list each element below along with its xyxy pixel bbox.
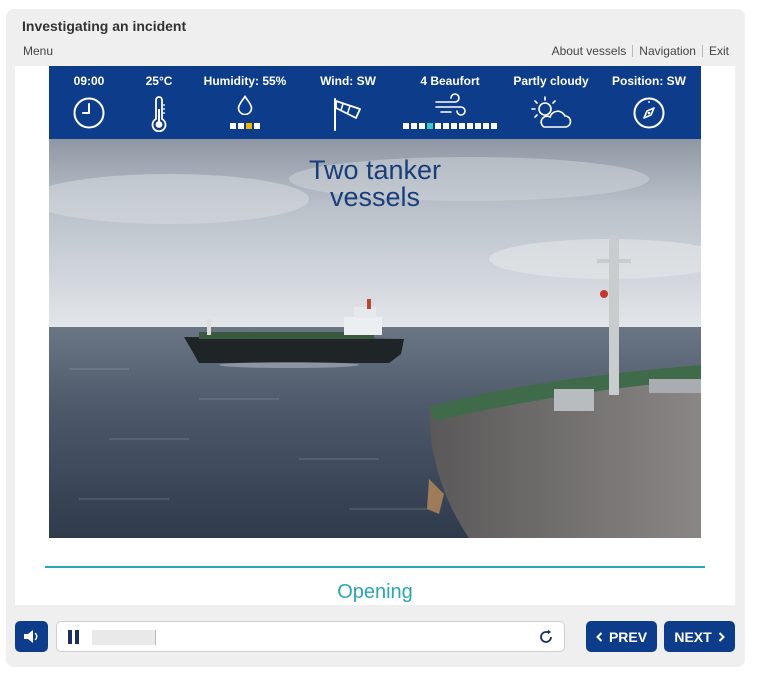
position-cell: Position: SW [597,66,701,139]
chevron-right-icon [718,629,725,645]
section-title: Opening [337,581,413,603]
scene-caption: Two tanker vessels [49,157,701,211]
sky-cell: Partly cloudy [505,66,597,139]
temperature-label: 25°C [145,74,173,88]
humidity-scale-segment [246,123,252,129]
navigation-link[interactable]: Navigation [639,44,696,58]
sky-label: Partly cloudy [513,74,589,88]
caption-line-2: vessels [329,182,421,212]
replay-button[interactable] [538,629,554,645]
media-stage: 09:00 25°C Humidity: 55% Wind: SW 4 Beau… [49,66,701,538]
humidity-scale [230,123,260,129]
time-label: 09:00 [73,74,105,88]
humidity-label: Humidity: 55% [203,74,287,88]
app-window: Investigating an incident Menu About ves… [6,9,745,667]
section-divider [45,566,705,568]
next-button[interactable]: NEXT [664,621,735,652]
weather-bar: 09:00 25°C Humidity: 55% Wind: SW 4 Beau… [49,66,701,139]
scene-image: Two tanker vessels [49,139,701,538]
beaufort-scale-segment [451,123,457,129]
droplet-icon [236,95,254,120]
caption-line-1: Two tanker [308,155,442,185]
exit-link[interactable]: Exit [709,44,729,58]
beaufort-scale-segment [475,123,481,129]
audio-button[interactable] [15,621,48,652]
link-separator [701,45,703,57]
progress-bar[interactable] [92,630,156,645]
top-links: About vessels Navigation Exit [552,44,729,58]
pause-bar [68,630,72,644]
position-label: Position: SW [612,74,686,88]
beaufort-scale-segment [467,123,473,129]
wind-label: Wind: SW [320,74,376,88]
beaufort-scale [403,123,497,129]
pause-bar [75,630,79,644]
beaufort-scale-segment [435,123,441,129]
beaufort-cell: 4 Beaufort [395,66,505,139]
beaufort-scale-segment [491,123,497,129]
prev-label: PREV [608,628,648,645]
time-cell: 09:00 [49,66,129,139]
about-vessels-link[interactable]: About vessels [552,44,627,58]
content-panel: 09:00 25°C Humidity: 55% Wind: SW 4 Beau… [15,66,735,605]
wind-cell: Wind: SW [301,66,395,139]
pause-button[interactable] [67,630,81,644]
link-separator [632,45,634,57]
windsock-icon [330,96,366,137]
humidity-cell: Humidity: 55% [189,66,301,139]
wind-icon [433,93,467,122]
media-player-bar [56,621,565,652]
next-label: NEXT [674,628,712,645]
compass-icon [632,96,666,135]
beaufort-scale-segment [443,123,449,129]
prev-button[interactable]: PREV [586,621,657,652]
beaufort-scale-segment [483,123,489,129]
temperature-cell: 25°C [129,66,189,139]
beaufort-scale-segment [427,123,433,129]
app-title: Investigating an incident [22,18,187,34]
partly-cloudy-icon [529,95,573,136]
beaufort-scale-segment [403,123,409,129]
humidity-scale-segment [230,123,236,129]
humidity-scale-segment [238,123,244,129]
beaufort-scale-segment [459,123,465,129]
beaufort-scale-segment [411,123,417,129]
menu-link[interactable]: Menu [23,44,53,58]
thermometer-icon [148,96,170,137]
replay-icon [538,629,554,649]
humidity-scale-segment [254,123,260,129]
beaufort-label: 4 Beaufort [420,74,480,88]
speaker-icon [23,629,41,649]
clock-icon [72,96,106,135]
chevron-left-icon [596,629,603,645]
beaufort-scale-segment [419,123,425,129]
